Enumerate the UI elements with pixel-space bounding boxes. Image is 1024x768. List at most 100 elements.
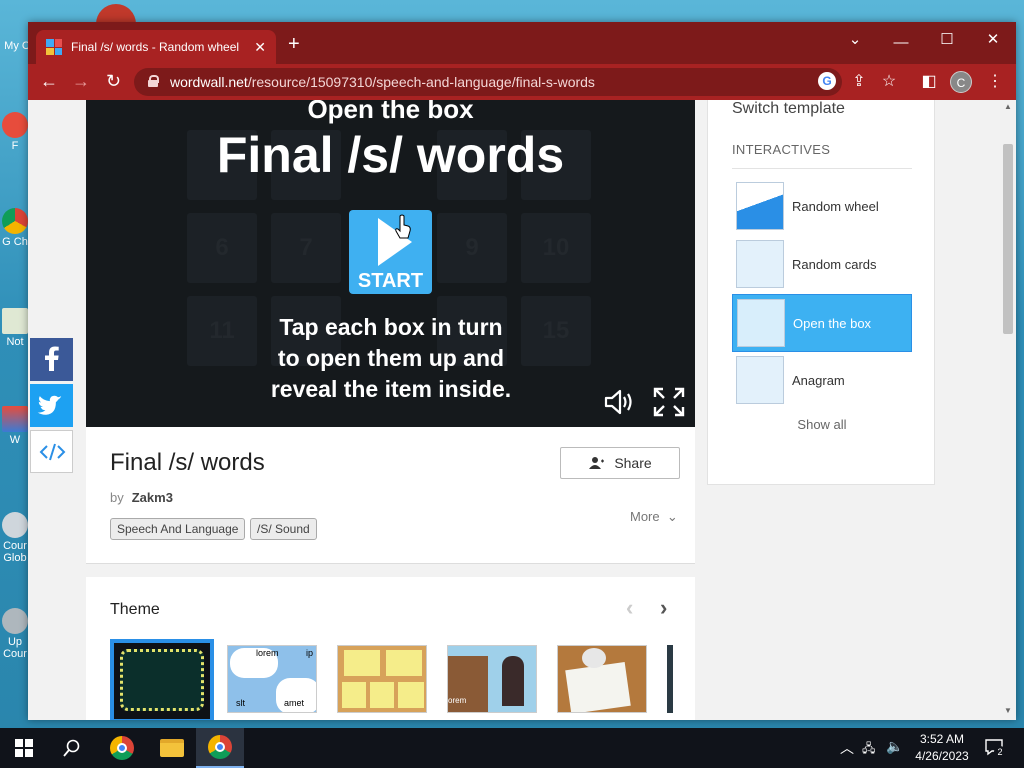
twitter-icon bbox=[37, 395, 62, 415]
embed-share-button[interactable] bbox=[30, 430, 73, 473]
code-embed-icon bbox=[39, 443, 66, 461]
address-bar[interactable]: wordwall.net/resource/15097310/speech-an… bbox=[134, 68, 842, 96]
template-label: Anagram bbox=[792, 372, 845, 388]
page-scrollbar[interactable]: ▲ ▼ bbox=[1000, 100, 1016, 720]
facebook-share-button[interactable] bbox=[30, 338, 73, 381]
twitter-share-button[interactable] bbox=[30, 384, 73, 427]
google-lens-icon[interactable]: G bbox=[818, 72, 836, 90]
box-tile: 7 bbox=[271, 213, 341, 283]
thumb-text: slt bbox=[236, 698, 245, 708]
reload-icon[interactable]: ↻ bbox=[106, 71, 121, 92]
share-button[interactable]: Share bbox=[560, 447, 680, 479]
template-option-random-wheel[interactable]: Random wheel bbox=[732, 178, 912, 234]
start-button[interactable]: START bbox=[349, 210, 432, 294]
tab-close-icon[interactable]: ✕ bbox=[254, 39, 266, 56]
chevron-down-icon: ⌄ bbox=[663, 509, 678, 524]
lock-icon bbox=[148, 75, 159, 87]
page-content: 6 7 9 10 11 15 Open the box Final /s/ wo… bbox=[28, 100, 1016, 720]
thumb-text: orem bbox=[448, 696, 467, 705]
divider bbox=[732, 168, 912, 169]
chevron-right-icon[interactable]: › bbox=[660, 595, 667, 621]
user-icon bbox=[589, 457, 605, 469]
chevron-up-icon[interactable]: ︿ bbox=[840, 738, 854, 758]
desktop-icon-f[interactable]: F bbox=[0, 112, 30, 152]
scrollbar-thumb[interactable] bbox=[1003, 144, 1013, 334]
chevron-left-icon[interactable]: ‹ bbox=[626, 595, 633, 621]
forward-arrow-icon[interactable]: → bbox=[72, 71, 90, 92]
facebook-icon bbox=[45, 346, 59, 371]
desktop-icon-label-text: Up Cour bbox=[3, 636, 27, 660]
theme-thumb-partial[interactable] bbox=[667, 645, 673, 713]
by-label: by bbox=[110, 490, 124, 505]
tag-chip[interactable]: /S/ Sound bbox=[250, 518, 317, 540]
fullscreen-icon[interactable] bbox=[652, 386, 686, 418]
thumb-text: amet bbox=[284, 698, 305, 708]
title-bar: Final /s/ words - Random wheel ✕ + ⌄ — ☐… bbox=[28, 22, 1016, 64]
theme-thumb-clouds[interactable]: lorem ip slt amet bbox=[227, 645, 317, 713]
instruction-line: reveal the item inside. bbox=[270, 376, 512, 402]
scroll-up-icon[interactable]: ▲ bbox=[1000, 102, 1016, 111]
box-tile: 10 bbox=[521, 213, 591, 283]
network-icon[interactable]: 🖧 bbox=[862, 739, 875, 760]
desktop-icon-label-text: W bbox=[9, 434, 21, 446]
template-label: Random cards bbox=[792, 256, 877, 272]
tag-chip[interactable]: Speech And Language bbox=[110, 518, 246, 540]
template-option-open-the-box[interactable]: Open the box bbox=[732, 294, 912, 352]
random-wheel-icon bbox=[736, 182, 784, 230]
instruction-line: to open them up and bbox=[277, 345, 505, 371]
theme-thumb-wild-west[interactable]: orem bbox=[447, 645, 537, 713]
template-label: Open the box bbox=[793, 315, 872, 331]
theme-thumb-corkboard[interactable] bbox=[337, 645, 427, 713]
desktop-icon-notepad[interactable]: Not bbox=[0, 308, 30, 348]
desktop-icon-w[interactable]: W bbox=[0, 406, 30, 446]
share-label: Share bbox=[614, 455, 652, 471]
back-arrow-icon[interactable]: ← bbox=[40, 71, 58, 92]
activity-info-card: Final /s/ words by Zakm3 Speech And Langu… bbox=[86, 427, 695, 564]
show-all-link[interactable]: Show all bbox=[708, 417, 936, 432]
desktop-icon-label-text: My C bbox=[4, 40, 30, 52]
browser-window: Final /s/ words - Random wheel ✕ + ⌄ — ☐… bbox=[28, 22, 1016, 720]
share-page-icon[interactable]: ⇪ bbox=[848, 71, 870, 91]
search-icon[interactable] bbox=[48, 728, 96, 768]
chrome-profile-taskbar-icon[interactable] bbox=[196, 728, 244, 768]
desktop-icon-label-text: F bbox=[11, 140, 19, 152]
activity-title: Final /s/ words bbox=[110, 449, 265, 476]
profile-avatar[interactable]: C bbox=[950, 71, 972, 93]
maximize-icon[interactable]: ☐ bbox=[924, 30, 970, 48]
author-link[interactable]: Zakm3 bbox=[132, 490, 173, 505]
box-tile: 9 bbox=[437, 213, 507, 283]
random-cards-icon bbox=[736, 240, 784, 288]
taskbar-clock[interactable]: 3:52 AM 4/26/2023 bbox=[912, 731, 972, 765]
activity-player[interactable]: 6 7 9 10 11 15 Open the box Final /s/ wo… bbox=[86, 100, 695, 427]
file-explorer-icon[interactable] bbox=[148, 728, 196, 768]
minimize-icon[interactable]: — bbox=[878, 34, 924, 51]
more-dropdown[interactable]: More ⌄ bbox=[630, 509, 678, 525]
tab-active[interactable]: Final /s/ words - Random wheel ✕ bbox=[36, 30, 276, 64]
tab-title: Final /s/ words - Random wheel bbox=[71, 40, 240, 54]
chevron-down-icon[interactable]: ⌄ bbox=[832, 30, 878, 48]
desktop-icon-update-course[interactable]: Up Cour bbox=[0, 608, 30, 660]
chrome-taskbar-icon[interactable] bbox=[98, 728, 146, 768]
volume-icon[interactable] bbox=[602, 386, 636, 418]
speaker-icon[interactable]: 🔈 bbox=[886, 738, 903, 755]
theme-thumb-desk[interactable] bbox=[557, 645, 647, 713]
desktop-icon-course-global[interactable]: Cour Glob bbox=[0, 512, 30, 564]
notification-center-icon[interactable]: 2 bbox=[984, 737, 1006, 760]
instructions: Tap each box in turn to open them up and… bbox=[216, 312, 566, 405]
thumb-text: lorem bbox=[256, 648, 279, 658]
new-tab-button[interactable]: + bbox=[288, 34, 300, 54]
url-domain: wordwall.net bbox=[170, 74, 248, 90]
anagram-icon bbox=[736, 356, 784, 404]
close-window-icon[interactable]: ✕ bbox=[970, 30, 1016, 48]
side-panel-icon[interactable]: ◧ bbox=[918, 71, 940, 91]
template-option-anagram[interactable]: Anagram bbox=[732, 352, 912, 408]
scroll-down-icon[interactable]: ▼ bbox=[1000, 706, 1016, 715]
desktop-icon-chrome[interactable]: G Ch bbox=[0, 208, 30, 248]
bookmark-star-icon[interactable]: ☆ bbox=[878, 71, 900, 91]
theme-thumb-classic[interactable] bbox=[110, 639, 214, 720]
template-option-random-cards[interactable]: Random cards bbox=[732, 236, 912, 292]
browser-toolbar: ← → ↻ wordwall.net/resource/15097310/spe… bbox=[28, 64, 1016, 100]
menu-kebab-icon[interactable]: ⋮ bbox=[984, 71, 1006, 91]
open-the-box-icon bbox=[737, 299, 785, 347]
windows-start-icon[interactable] bbox=[0, 728, 48, 768]
